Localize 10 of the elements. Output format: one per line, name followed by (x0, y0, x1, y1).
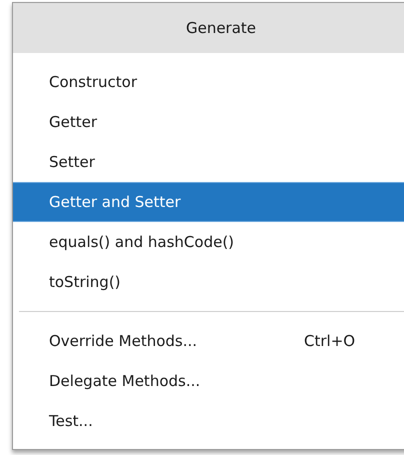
menu-item[interactable]: Getter and Setter (13, 182, 404, 222)
menu-item[interactable]: Override Methods... Ctrl+O (13, 321, 404, 361)
menu-title: Generate (13, 3, 404, 53)
menu-item[interactable]: equals() and hashCode() (13, 222, 404, 262)
menu-item[interactable]: Getter (13, 102, 404, 142)
menu-item[interactable]: Setter (13, 142, 404, 182)
menu-item[interactable]: Constructor (13, 62, 404, 102)
menu-item[interactable]: Test... (13, 401, 404, 441)
menu-item[interactable]: Delegate Methods... (13, 361, 404, 401)
menu-item[interactable]: toString() (13, 262, 404, 302)
